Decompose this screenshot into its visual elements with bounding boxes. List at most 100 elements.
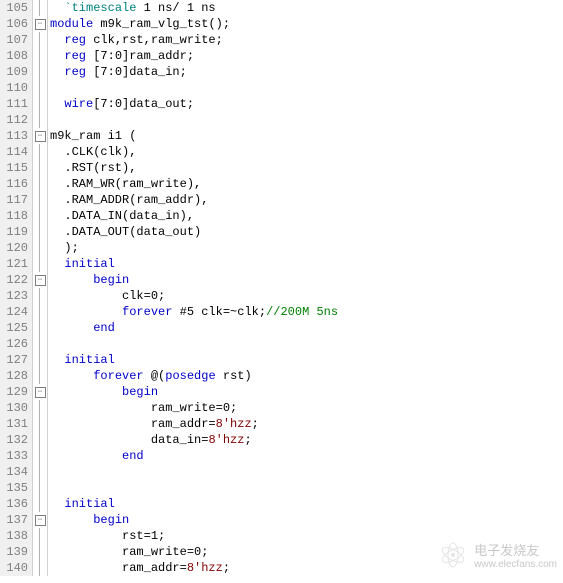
code-text[interactable]: wire[7:0]data_out;: [48, 96, 194, 112]
token-norm: ;: [223, 561, 230, 575]
line-number: 119: [0, 224, 33, 240]
code-line[interactable]: 138 rst=1;: [0, 528, 563, 544]
code-text[interactable]: ram_addr=8'hzz;: [48, 416, 259, 432]
fold-toggle-icon[interactable]: −: [33, 384, 48, 400]
code-text[interactable]: [48, 480, 50, 496]
code-line[interactable]: 120 );: [0, 240, 563, 256]
code-line[interactable]: 131 ram_addr=8'hzz;: [0, 416, 563, 432]
code-line[interactable]: 114 .CLK(clk),: [0, 144, 563, 160]
line-number: 131: [0, 416, 33, 432]
code-line[interactable]: 137− begin: [0, 512, 563, 528]
code-line[interactable]: 109 reg [7:0]data_in;: [0, 64, 563, 80]
token-norm: .DATA_IN(data_in),: [50, 209, 194, 223]
code-text[interactable]: end: [48, 448, 144, 464]
code-text[interactable]: clk=0;: [48, 288, 165, 304]
token-str: 8'hzz: [187, 561, 223, 575]
token-kw: reg: [64, 49, 86, 63]
code-text[interactable]: initial: [48, 496, 115, 512]
code-text[interactable]: module m9k_ram_vlg_tst();: [48, 16, 230, 32]
code-line[interactable]: 134: [0, 464, 563, 480]
fold-line-icon: [33, 80, 48, 96]
token-str: 8'hzz: [216, 417, 252, 431]
code-line[interactable]: 132 data_in=8'hzz;: [0, 432, 563, 448]
code-line[interactable]: 127 initial: [0, 352, 563, 368]
code-line[interactable]: 119 .DATA_OUT(data_out): [0, 224, 563, 240]
code-line[interactable]: 125 end: [0, 320, 563, 336]
code-text[interactable]: .RAM_ADDR(ram_addr),: [48, 192, 208, 208]
code-line[interactable]: 126: [0, 336, 563, 352]
code-text[interactable]: [48, 464, 50, 480]
code-text[interactable]: ram_write=0;: [48, 544, 208, 560]
code-text[interactable]: [48, 80, 50, 96]
code-line[interactable]: 105 `timescale 1 ns/ 1 ns: [0, 0, 563, 16]
code-line[interactable]: 128 forever @(posedge rst): [0, 368, 563, 384]
token-kw: reg: [64, 65, 86, 79]
code-line[interactable]: 136 initial: [0, 496, 563, 512]
fold-toggle-icon[interactable]: −: [33, 128, 48, 144]
code-text[interactable]: ram_addr=8'hzz;: [48, 560, 230, 576]
code-line[interactable]: 110: [0, 80, 563, 96]
code-line[interactable]: 116 .RAM_WR(ram_write),: [0, 176, 563, 192]
code-line[interactable]: 140 ram_addr=8'hzz;: [0, 560, 563, 576]
line-number: 135: [0, 480, 33, 496]
token-norm: [50, 385, 122, 399]
code-line[interactable]: 135: [0, 480, 563, 496]
code-line[interactable]: 108 reg [7:0]ram_addr;: [0, 48, 563, 64]
code-text[interactable]: data_in=8'hzz;: [48, 432, 252, 448]
code-text[interactable]: end: [48, 320, 115, 336]
code-text[interactable]: reg clk,rst,ram_write;: [48, 32, 223, 48]
code-text[interactable]: forever @(posedge rst): [48, 368, 252, 384]
code-text[interactable]: begin: [48, 384, 158, 400]
code-text[interactable]: forever #5 clk=~clk;//200M 5ns: [48, 304, 338, 320]
code-text[interactable]: initial: [48, 352, 115, 368]
token-norm: [50, 353, 64, 367]
code-line[interactable]: 117 .RAM_ADDR(ram_addr),: [0, 192, 563, 208]
line-number: 134: [0, 464, 33, 480]
code-text[interactable]: m9k_ram i1 (: [48, 128, 136, 144]
fold-toggle-icon[interactable]: −: [33, 272, 48, 288]
code-text[interactable]: [48, 336, 50, 352]
code-text[interactable]: .RST(rst),: [48, 160, 136, 176]
code-text[interactable]: ram_write=0;: [48, 400, 237, 416]
code-line[interactable]: 121 initial: [0, 256, 563, 272]
code-text[interactable]: rst=1;: [48, 528, 165, 544]
code-editor[interactable]: 105 `timescale 1 ns/ 1 ns106−module m9k_…: [0, 0, 563, 576]
code-line[interactable]: 115 .RST(rst),: [0, 160, 563, 176]
fold-line-icon: [33, 112, 48, 128]
code-text[interactable]: reg [7:0]data_in;: [48, 64, 187, 80]
line-number: 120: [0, 240, 33, 256]
code-line[interactable]: 111 wire[7:0]data_out;: [0, 96, 563, 112]
fold-toggle-icon[interactable]: −: [33, 512, 48, 528]
fold-line-icon: [33, 256, 48, 272]
code-line[interactable]: 139 ram_write=0;: [0, 544, 563, 560]
code-line[interactable]: 129− begin: [0, 384, 563, 400]
code-line[interactable]: 123 clk=0;: [0, 288, 563, 304]
code-line[interactable]: 133 end: [0, 448, 563, 464]
code-line[interactable]: 113−m9k_ram i1 (: [0, 128, 563, 144]
fold-line-icon: [33, 368, 48, 384]
code-text[interactable]: .RAM_WR(ram_write),: [48, 176, 201, 192]
code-text[interactable]: );: [48, 240, 79, 256]
code-text[interactable]: [48, 112, 50, 128]
code-text[interactable]: reg [7:0]ram_addr;: [48, 48, 194, 64]
code-line[interactable]: 106−module m9k_ram_vlg_tst();: [0, 16, 563, 32]
fold-toggle-icon[interactable]: −: [33, 16, 48, 32]
code-text[interactable]: begin: [48, 512, 129, 528]
code-line[interactable]: 118 .DATA_IN(data_in),: [0, 208, 563, 224]
code-text[interactable]: .CLK(clk),: [48, 144, 136, 160]
code-text[interactable]: `timescale 1 ns/ 1 ns: [48, 0, 216, 16]
code-line[interactable]: 107 reg clk,rst,ram_write;: [0, 32, 563, 48]
code-line[interactable]: 130 ram_write=0;: [0, 400, 563, 416]
code-text[interactable]: .DATA_IN(data_in),: [48, 208, 194, 224]
code-line[interactable]: 124 forever #5 clk=~clk;//200M 5ns: [0, 304, 563, 320]
line-number: 113: [0, 128, 33, 144]
line-number: 118: [0, 208, 33, 224]
fold-line-icon: [33, 560, 48, 576]
code-text[interactable]: begin: [48, 272, 129, 288]
fold-line-icon: [33, 32, 48, 48]
code-line[interactable]: 122− begin: [0, 272, 563, 288]
code-text[interactable]: initial: [48, 256, 115, 272]
line-number: 107: [0, 32, 33, 48]
code-text[interactable]: .DATA_OUT(data_out): [48, 224, 201, 240]
code-line[interactable]: 112: [0, 112, 563, 128]
